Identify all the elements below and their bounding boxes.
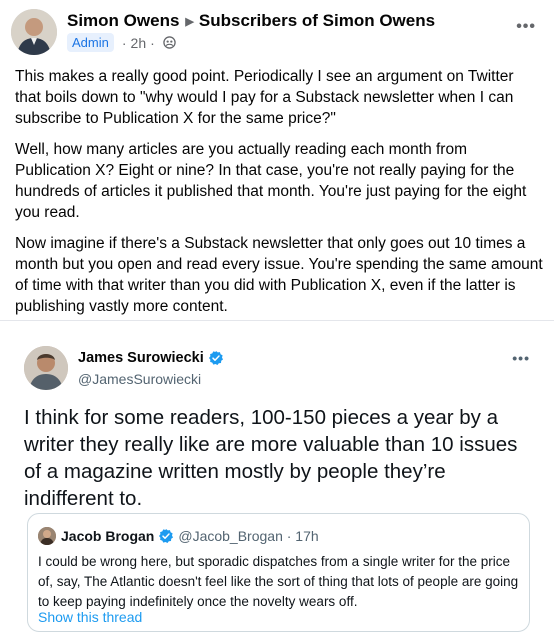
- post-paragraph: This makes a really good point. Periodic…: [15, 68, 514, 127]
- meta-separator: ·: [150, 34, 155, 51]
- more-options-button[interactable]: •••: [516, 18, 536, 36]
- verified-badge-icon: [159, 529, 174, 543]
- tweet-author-name[interactable]: James Surowiecki: [78, 350, 204, 366]
- caret-right-icon: ▶: [185, 15, 194, 28]
- show-thread-link[interactable]: Show this thread: [38, 609, 142, 625]
- quoted-author-avatar: [38, 527, 56, 545]
- meta-separator: ·: [121, 34, 127, 51]
- author-name[interactable]: Simon Owens: [67, 11, 179, 31]
- tweet-author-avatar[interactable]: [24, 346, 68, 390]
- admin-badge: Admin: [67, 33, 114, 52]
- quoted-tweet-text: I could be wrong here, but sporadic disp…: [38, 554, 519, 609]
- quoted-author-name: Jacob Brogan: [61, 528, 155, 544]
- tweet-more-button[interactable]: •••: [512, 350, 530, 366]
- tweet-author-handle[interactable]: @JamesSurowiecki: [78, 371, 201, 387]
- author-line: Simon Owens ▶ Subscribers of Simon Owens: [67, 11, 435, 31]
- quoted-avatar-image: [38, 527, 56, 545]
- quoted-author-handle-time: @Jacob_Brogan · 17h: [178, 528, 319, 544]
- more-horizontal-icon: •••: [516, 18, 536, 35]
- tweet-author-name-row: James Surowiecki: [78, 350, 224, 366]
- tweet-text: I think for some readers, 100-150 pieces…: [24, 406, 518, 510]
- post-body: This makes a really good point. Periodic…: [15, 66, 543, 327]
- post-time[interactable]: 2h: [131, 35, 147, 51]
- post-meta: Admin · 2h ·: [67, 33, 176, 52]
- author-avatar[interactable]: [11, 9, 57, 55]
- quoted-tweet[interactable]: Jacob Brogan @Jacob_Brogan · 17h I could…: [27, 513, 530, 632]
- post-paragraph: Now imagine if there's a Substack newsle…: [15, 235, 543, 315]
- group-privacy-icon: [163, 36, 176, 49]
- group-name[interactable]: Subscribers of Simon Owens: [199, 11, 435, 31]
- tweet-avatar-image: [24, 346, 68, 390]
- post-divider: [0, 320, 554, 321]
- post-paragraph: Well, how many articles are you actually…: [15, 141, 527, 221]
- verified-badge-icon: [208, 351, 223, 365]
- quoted-tweet-header: Jacob Brogan @Jacob_Brogan · 17h: [61, 528, 319, 544]
- author-avatar-image: [11, 9, 57, 55]
- post-header: Simon Owens ▶ Subscribers of Simon Owens…: [0, 0, 554, 62]
- more-horizontal-icon: •••: [512, 350, 530, 366]
